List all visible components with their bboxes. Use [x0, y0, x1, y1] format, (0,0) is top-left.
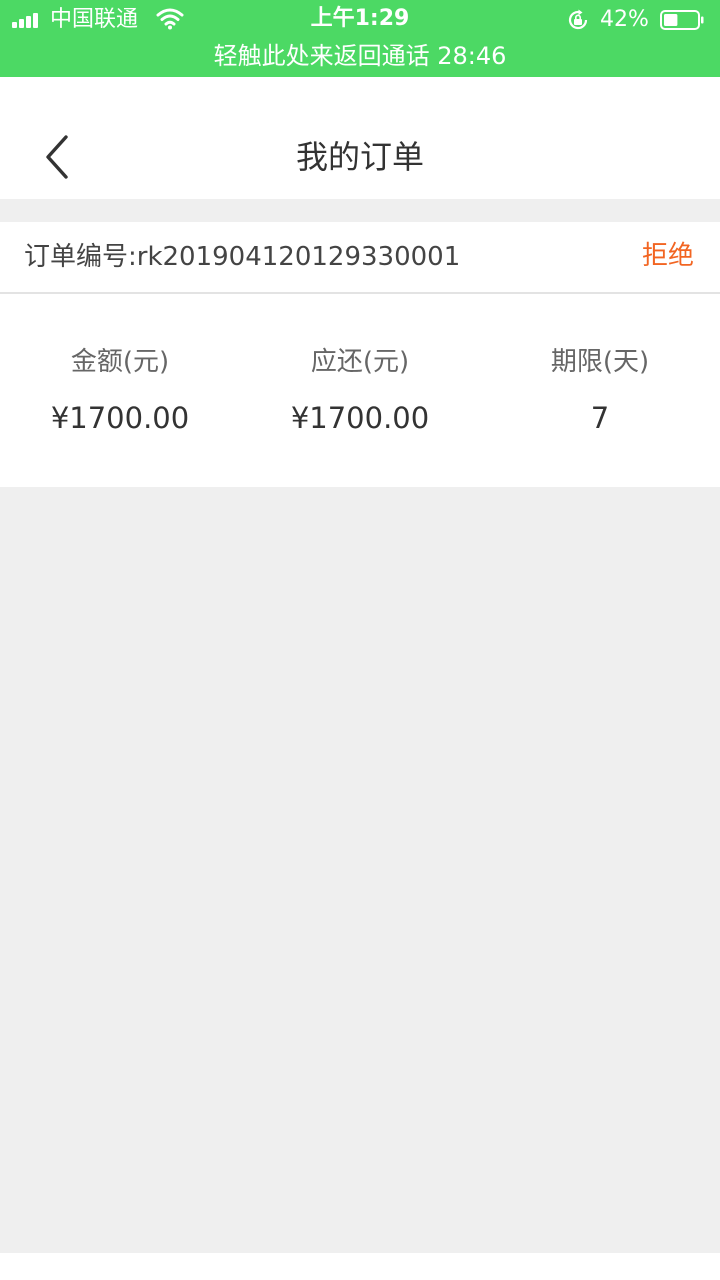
rotation-lock-icon — [568, 9, 588, 30]
order-number: 订单编号:rk201904120129330001 — [24, 242, 461, 272]
reject-status[interactable]: 拒绝 — [642, 236, 694, 276]
return-to-call-banner[interactable]: 轻触此处来返回通话 28:46 — [0, 40, 720, 72]
status-bar[interactable]: 中国联通 上午1:29 42% 轻触此处来返回通话 28:46 — [0, 0, 720, 77]
chevron-left-icon — [46, 135, 68, 179]
stat-amount: 金额(元) ¥1700.00 — [0, 294, 240, 487]
order-stats: 金额(元) ¥1700.00 应还(元) ¥1700.00 期限(天) 7 — [0, 294, 720, 487]
back-button[interactable] — [30, 129, 86, 185]
page-title: 我的订单 — [295, 138, 424, 176]
stat-label: 应还(元) — [310, 347, 410, 377]
battery-icon — [660, 10, 704, 30]
order-header: 订单编号:rk201904120129330001 拒绝 — [0, 222, 720, 294]
status-row: 中国联通 上午1:29 42% — [0, 0, 720, 40]
stat-label: 期限(天) — [550, 347, 650, 377]
battery-percentage: 42% — [600, 7, 649, 32]
stat-value: ¥1700.00 — [290, 401, 430, 435]
stat-value: 7 — [590, 401, 610, 435]
stat-repayment: 应还(元) ¥1700.00 — [240, 294, 480, 487]
bottom-strip — [0, 1253, 720, 1280]
stat-term: 期限(天) 7 — [480, 294, 720, 487]
navigation-bar: 我的订单 — [0, 77, 720, 199]
order-card[interactable]: 订单编号:rk201904120129330001 拒绝 金额(元) ¥1700… — [0, 222, 720, 487]
stat-value: ¥1700.00 — [50, 401, 190, 435]
stat-label: 金额(元) — [70, 347, 170, 377]
